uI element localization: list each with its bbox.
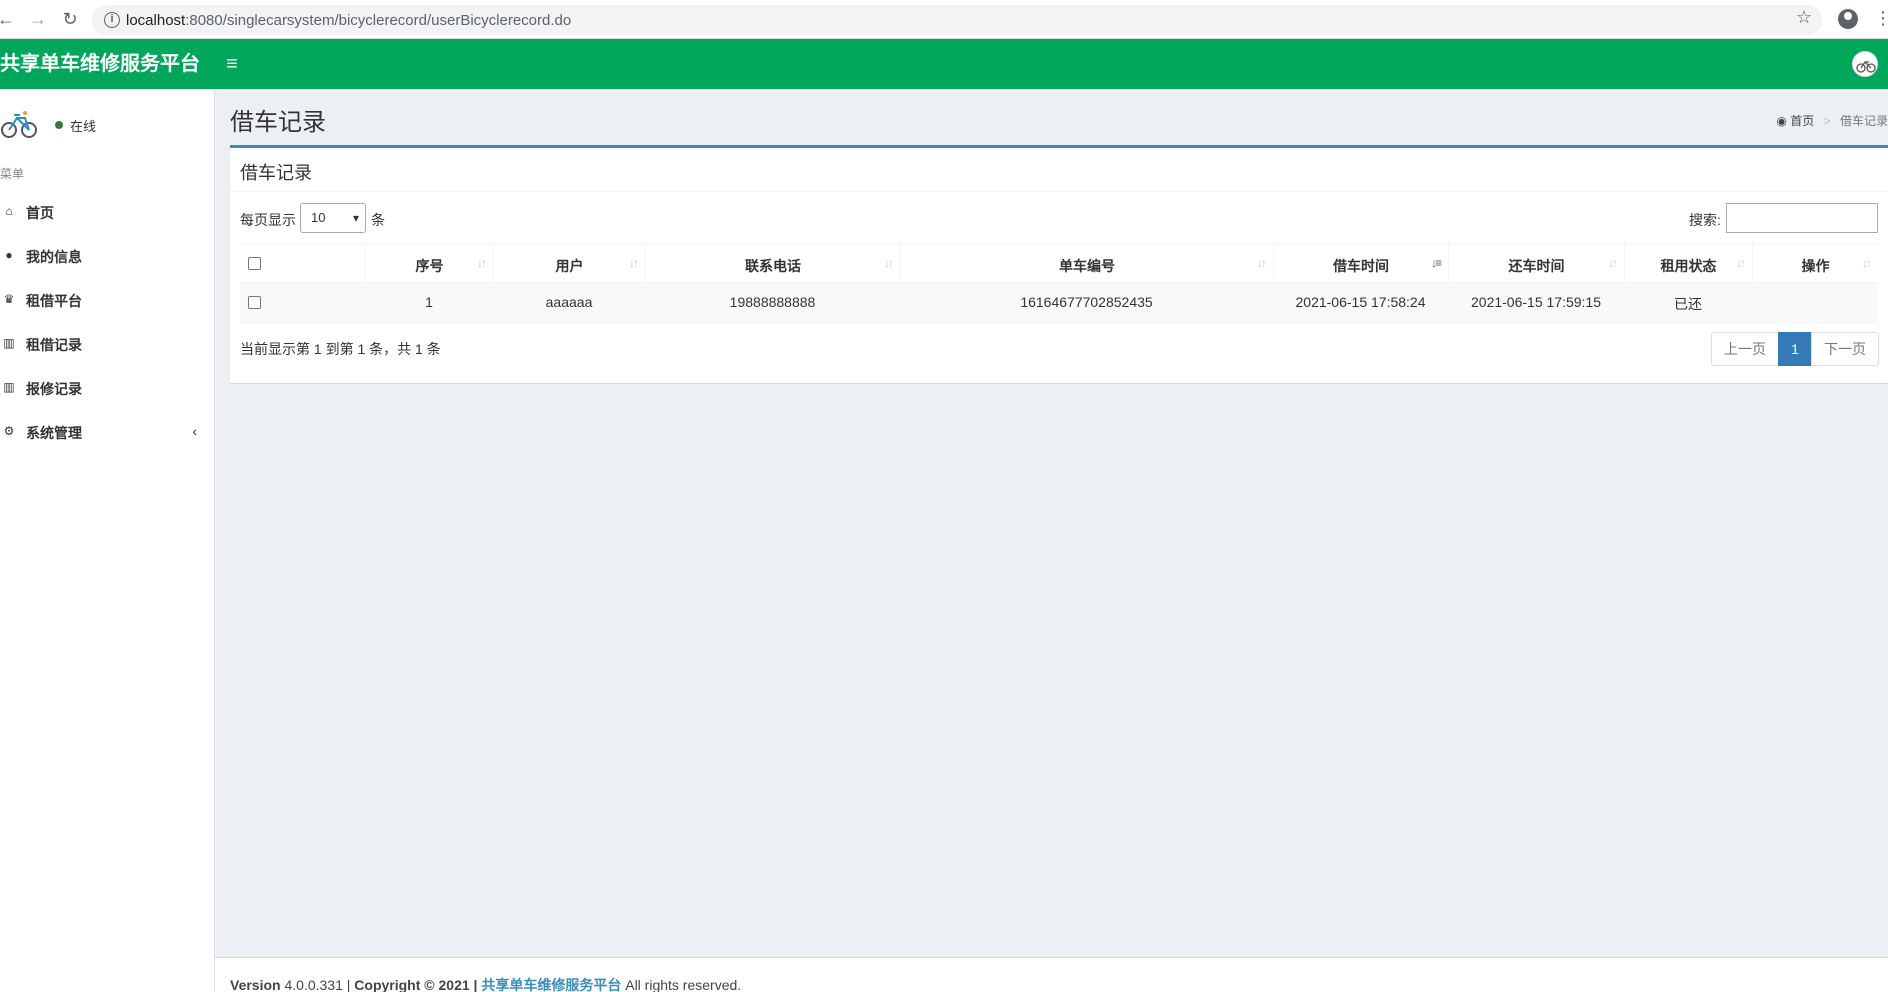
page-length-suffix: 条 <box>371 212 385 228</box>
bar-chart-icon: ▥ <box>3 336 15 350</box>
bicycle-avatar-icon <box>1 111 37 138</box>
column-header-status[interactable]: 租用状态 ↓↑ <box>1624 244 1752 284</box>
footer: Version 4.0.0.331 | Copyright © 2021 | 共… <box>215 957 1888 992</box>
menu-header: 菜单 <box>0 167 25 181</box>
url-text: localhost:8080/singlecarsystem/bicyclere… <box>126 12 572 29</box>
cell-actions <box>1752 283 1878 323</box>
address-bar[interactable]: i localhost:8080/singlecarsystem/bicycle… <box>92 5 1822 35</box>
table-header: 序号 ↓↑ 用户 ↓↑ 联系电话 ↓↑ 单车编号 ↓↑ 借车时间 ↓≡ 还车时间… <box>240 243 1878 284</box>
select-all-column <box>240 244 365 284</box>
cell-index: 1 <box>425 294 433 310</box>
hamburger-icon[interactable]: ≡ <box>226 52 238 76</box>
avatar[interactable] <box>1852 51 1878 77</box>
forward-arrow-icon[interactable]: → <box>26 7 50 31</box>
sort-icon: ↓↑ <box>1862 256 1872 270</box>
footer-site-link[interactable]: 共享单车维修服务平台 <box>481 977 621 992</box>
prev-page-button[interactable]: 上一页 <box>1711 332 1779 366</box>
sidebar-item-my-info[interactable]: ● 我的信息 <box>0 236 215 276</box>
dashboard-icon: ◉ <box>1776 114 1787 128</box>
page-title: 借车记录 <box>230 109 326 136</box>
sidebar-item-repair-records[interactable]: ▥ 报修记录 <box>0 368 215 408</box>
chevron-left-icon: ‹ <box>192 423 197 439</box>
back-arrow-icon[interactable]: ← <box>0 7 18 31</box>
select-all-checkbox[interactable] <box>248 257 261 270</box>
sort-desc-icon: ↓≡ <box>1430 256 1442 270</box>
bicycle-icon <box>1856 60 1876 73</box>
site-info-icon[interactable]: i <box>104 12 120 28</box>
sort-icon: ↓↑ <box>884 256 894 270</box>
bookmark-star-icon[interactable]: ☆ <box>1796 7 1812 28</box>
profile-icon[interactable] <box>1838 9 1858 29</box>
next-page-button[interactable]: 下一页 <box>1811 332 1879 366</box>
online-status-text: 在线 <box>70 119 97 134</box>
column-header-bike-number[interactable]: 单车编号 ↓↑ <box>900 244 1273 284</box>
chevron-down-icon: ▾ <box>352 211 359 225</box>
search-input[interactable] <box>1726 203 1878 233</box>
column-header-borrow-time[interactable]: 借车时间 ↓≡ <box>1273 244 1448 284</box>
records-box: 借车记录 每页显示 10 ▾ 条 搜索: 序号 ↓↑ 用户 ↓↑ 联系电话 ↓↑… <box>230 145 1888 383</box>
logo[interactable]: 共享单车维修服务平台 <box>0 39 200 89</box>
trophy-icon: ♛ <box>3 292 15 306</box>
content-header: 借车记录 ◉ 首页 > 借车记录 <box>230 100 1888 140</box>
footer-text: Version 4.0.0.331 | Copyright © 2021 | 共… <box>230 977 742 992</box>
cell-phone: 19888888888 <box>729 294 816 310</box>
online-status-dot <box>55 121 63 129</box>
table-row: 1 aaaaaa 19888888888 16164677702852435 2… <box>240 283 1878 323</box>
table-info: 当前显示第 1 到第 1 条，共 1 条 <box>240 341 441 357</box>
box-divider <box>230 191 1888 192</box>
reload-icon[interactable]: ↻ <box>58 7 82 31</box>
search-label: 搜索: <box>1689 212 1721 228</box>
breadcrumb-separator: > <box>1823 114 1831 128</box>
page-1-button[interactable]: 1 <box>1778 332 1812 366</box>
sort-icon: ↓↑ <box>629 256 639 270</box>
user-panel: 在线 <box>0 101 215 151</box>
page-length-label: 每页显示 <box>240 212 296 228</box>
column-header-return-time[interactable]: 还车时间 ↓↑ <box>1448 244 1624 284</box>
row-checkbox[interactable] <box>248 296 261 309</box>
cell-borrow-time: 2021-06-15 17:58:24 <box>1295 294 1426 310</box>
sidebar-item-system-management[interactable]: ⚙ 系统管理 ‹ <box>0 412 215 452</box>
bar-chart-icon: ▥ <box>3 380 15 394</box>
breadcrumb-current: 借车记录 <box>1839 114 1888 128</box>
breadcrumb: ◉ 首页 > 借车记录 <box>1776 112 1888 129</box>
column-header-index[interactable]: 序号 ↓↑ <box>365 244 493 284</box>
browser-toolbar: ← → ↻ i localhost:8080/singlecarsystem/b… <box>0 0 1888 39</box>
gear-icon: ⚙ <box>3 424 15 438</box>
cell-bike-number: 16164677702852435 <box>1020 294 1153 310</box>
column-header-actions[interactable]: 操作 ↓↑ <box>1752 244 1878 284</box>
sort-icon: ↓↑ <box>477 256 487 270</box>
main-header: 共享单车维修服务平台 ≡ <box>0 39 1888 89</box>
sidebar-item-home[interactable]: ⌂ 首页 <box>0 192 215 232</box>
cell-return-time: 2021-06-15 17:59:15 <box>1471 294 1601 310</box>
sort-icon: ↓↑ <box>1608 256 1618 270</box>
user-icon: ● <box>5 248 13 262</box>
sidebar-item-rental-records[interactable]: ▥ 租借记录 <box>0 324 215 364</box>
page-length-select[interactable]: 10 ▾ <box>300 203 366 233</box>
breadcrumb-home[interactable]: 首页 <box>1790 114 1814 128</box>
row-select-cell <box>240 283 365 323</box>
home-icon: ⌂ <box>5 204 13 218</box>
sort-icon: ↓↑ <box>1257 256 1267 270</box>
sidebar-item-rental-platform[interactable]: ♛ 租借平台 <box>0 280 215 320</box>
sort-icon: ↓↑ <box>1736 256 1746 270</box>
browser-menu-icon[interactable]: ⋮ <box>1874 8 1888 29</box>
column-header-phone[interactable]: 联系电话 ↓↑ <box>645 244 900 284</box>
box-title: 借车记录 <box>240 163 312 183</box>
column-header-user[interactable]: 用户 ↓↑ <box>493 244 645 284</box>
cell-status: 已还 <box>1674 296 1702 312</box>
cell-user: aaaaaa <box>545 294 593 310</box>
sidebar: 在线 菜单 ⌂ 首页 ● 我的信息 ♛ 租借平台 ▥ 租借记录 ▥ 报修记录 ⚙… <box>0 89 215 992</box>
